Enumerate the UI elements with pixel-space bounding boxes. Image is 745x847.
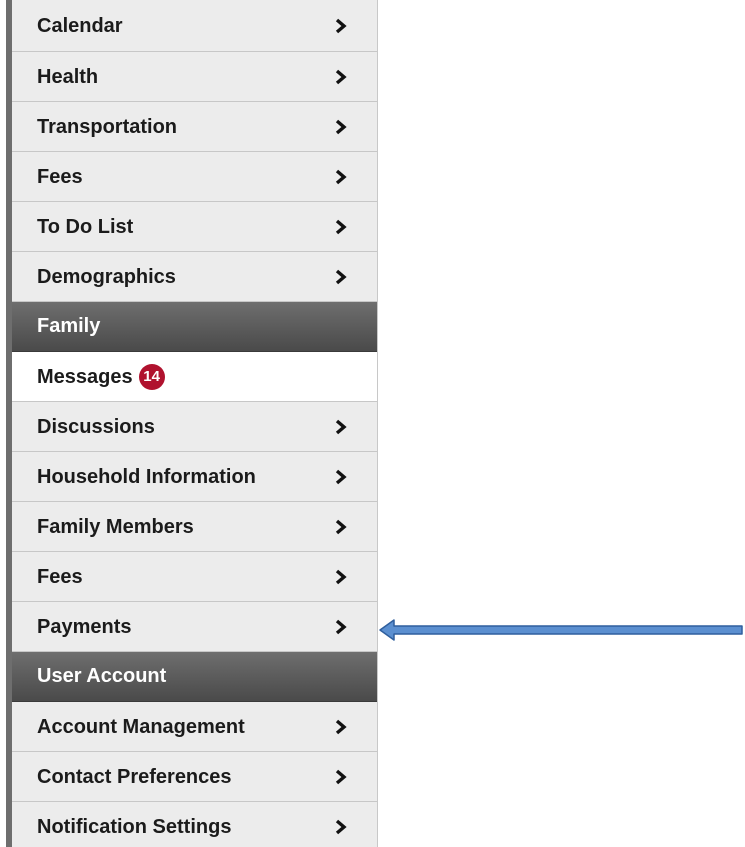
chevron-right-icon [335, 169, 347, 184]
menu-item-household-information[interactable]: Household Information [12, 452, 377, 502]
chevron-right-icon [335, 69, 347, 84]
chevron-right-icon [335, 819, 347, 834]
menu-item-family-members[interactable]: Family Members [12, 502, 377, 552]
chevron-right-icon [335, 119, 347, 134]
menu-item-label: Fees [37, 565, 83, 588]
chevron-right-icon [335, 419, 347, 434]
menu-item-calendar[interactable]: Calendar [12, 0, 377, 52]
side-menu: Calendar Health Transportation Fees To D… [12, 0, 378, 847]
chevron-right-icon [335, 769, 347, 784]
menu-item-notification-settings[interactable]: Notification Settings [12, 802, 377, 847]
screenshot-canvas: Calendar Health Transportation Fees To D… [0, 0, 745, 847]
menu-item-health[interactable]: Health [12, 52, 377, 102]
menu-item-label: Account Management [37, 715, 245, 738]
menu-item-label: Transportation [37, 115, 178, 138]
section-header-user-account: User Account [12, 652, 377, 702]
menu-item-to-do-list[interactable]: To Do List [12, 202, 377, 252]
chevron-right-icon [335, 269, 347, 284]
menu-item-label: Family Members [37, 515, 194, 538]
menu-item-label: Calendar [37, 14, 123, 37]
menu-item-discussions[interactable]: Discussions [12, 402, 377, 452]
menu-item-payments[interactable]: Payments [12, 602, 377, 652]
chevron-right-icon [335, 469, 347, 484]
chevron-right-icon [335, 219, 347, 234]
menu-item-transportation[interactable]: Transportation [12, 102, 377, 152]
chevron-right-icon [335, 18, 347, 33]
menu-item-account-management[interactable]: Account Management [12, 702, 377, 752]
menu-item-fees[interactable]: Fees [12, 152, 377, 202]
section-title: Family [37, 315, 101, 337]
unread-count-badge: 14 [138, 363, 165, 390]
menu-item-label: Messages [37, 365, 133, 388]
left-arrow-icon [379, 619, 743, 641]
menu-item-family-fees[interactable]: Fees [12, 552, 377, 602]
menu-item-label: Demographics [37, 265, 176, 288]
menu-item-messages[interactable]: Messages 14 [12, 352, 377, 402]
menu-item-label: To Do List [37, 215, 134, 238]
section-title: User Account [37, 665, 167, 687]
chevron-right-icon [335, 619, 347, 634]
menu-item-label: Contact Preferences [37, 765, 232, 788]
section-header-family: Family [12, 302, 377, 352]
menu-item-contact-preferences[interactable]: Contact Preferences [12, 752, 377, 802]
menu-item-label: Notification Settings [37, 815, 232, 838]
menu-item-demographics[interactable]: Demographics [12, 252, 377, 302]
menu-item-label: Fees [37, 165, 83, 188]
menu-item-label: Health [37, 65, 99, 88]
menu-item-label: Payments [37, 615, 132, 638]
menu-item-label: Household Information [37, 465, 256, 488]
menu-item-label: Discussions [37, 415, 155, 438]
chevron-right-icon [335, 519, 347, 534]
chevron-right-icon [335, 719, 347, 734]
chevron-right-icon [335, 569, 347, 584]
